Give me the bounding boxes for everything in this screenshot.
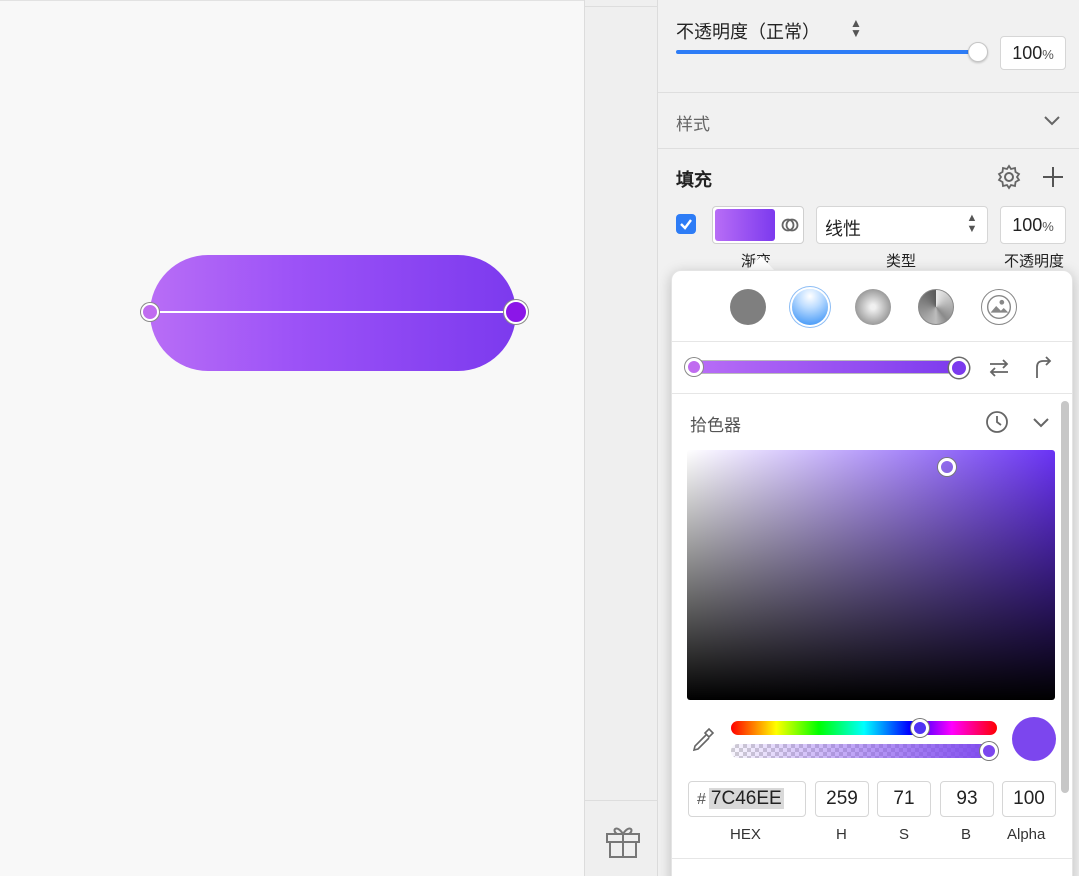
- gradient-capsule-shape[interactable]: [150, 255, 516, 371]
- alpha-slider-thumb[interactable]: [980, 742, 998, 760]
- opacity-caption: 不透明度: [1004, 253, 1065, 270]
- gradient-start-handle[interactable]: [141, 303, 159, 321]
- design-canvas[interactable]: [0, 0, 584, 876]
- opacity-slider[interactable]: [676, 50, 976, 54]
- divider: [585, 6, 659, 7]
- color-picker-popover: 拾色器 #7C46EE 259 71 93 100 HEX H S B Alph…: [671, 270, 1073, 876]
- percent-unit: %: [1042, 219, 1054, 234]
- fill-opacity-field[interactable]: 100%: [1000, 206, 1066, 244]
- alpha-input[interactable]: 100: [1002, 781, 1056, 817]
- gradient-swatch[interactable]: [715, 209, 775, 241]
- alpha-slider[interactable]: [731, 744, 997, 758]
- percent-unit: %: [1042, 47, 1054, 62]
- fill-type-value: 线性: [825, 219, 861, 239]
- divider: [672, 858, 1072, 859]
- eyedropper-icon[interactable]: [690, 726, 716, 754]
- hue-caption: H: [836, 826, 847, 843]
- clock-history-icon[interactable]: [984, 409, 1010, 435]
- gear-icon[interactable]: [996, 164, 1022, 190]
- plus-icon[interactable]: [1040, 164, 1066, 190]
- side-toolbar: [584, 0, 659, 876]
- color-field-cursor[interactable]: [938, 458, 956, 476]
- divider: [672, 393, 1072, 394]
- opacity-field[interactable]: 100%: [1000, 36, 1066, 70]
- image-fill-icon[interactable]: [981, 289, 1017, 325]
- angular-gradient-icon[interactable]: [918, 289, 954, 325]
- hue-slider-thumb[interactable]: [911, 719, 929, 737]
- fill-type-select[interactable]: 线性 ▲ ▼: [816, 206, 988, 244]
- select-stepper-icon: ▲ ▼: [966, 212, 978, 235]
- hash-label: #: [697, 791, 706, 808]
- current-color-preview: [1012, 717, 1056, 761]
- opacity-slider-thumb[interactable]: [968, 42, 988, 62]
- swap-arrows-icon[interactable]: [986, 355, 1012, 381]
- alpha-caption: Alpha: [1007, 826, 1046, 843]
- opacity-value: 100: [1012, 43, 1043, 63]
- fill-section-title: 填充: [676, 170, 712, 190]
- hex-caption: HEX: [730, 826, 761, 843]
- color-picker-title: 拾色器: [690, 416, 741, 435]
- saturation-input[interactable]: 71: [877, 781, 931, 817]
- brightness-input[interactable]: 93: [940, 781, 994, 817]
- hue-input[interactable]: 259: [815, 781, 869, 817]
- fill-color-well[interactable]: [712, 206, 804, 244]
- hue-slider[interactable]: [731, 721, 997, 735]
- color-variable-link-icon[interactable]: [779, 213, 801, 237]
- divider: [658, 92, 1079, 93]
- gradient-stop-start[interactable]: [685, 358, 703, 376]
- divider: [672, 341, 1072, 342]
- saturation-caption: S: [899, 826, 910, 843]
- gradient-end-handle[interactable]: [504, 300, 528, 324]
- blend-mode-stepper-icon[interactable]: ▲ ▼: [848, 17, 864, 42]
- solid-fill-icon[interactable]: [730, 289, 766, 325]
- fill-enabled-checkbox[interactable]: [676, 214, 696, 234]
- divider: [585, 800, 659, 801]
- chevron-down-icon[interactable]: [1042, 110, 1062, 130]
- brightness-caption: B: [961, 826, 972, 843]
- opacity-title: 不透明度（正常）: [676, 22, 820, 42]
- radial-gradient-icon[interactable]: [855, 289, 891, 325]
- type-caption: 类型: [886, 253, 917, 270]
- gradient-stops-track[interactable]: [694, 360, 962, 374]
- popover-arrow: [747, 256, 775, 271]
- fill-opacity-value: 100: [1012, 215, 1043, 235]
- saturation-brightness-field[interactable]: [687, 450, 1055, 700]
- popover-scrollbar[interactable]: [1061, 401, 1069, 793]
- hex-value: 7C46EE: [708, 788, 784, 809]
- linear-gradient-icon[interactable]: [792, 289, 828, 325]
- gift-icon[interactable]: [603, 820, 643, 860]
- rotate-icon[interactable]: [1030, 355, 1056, 381]
- chevron-down-icon[interactable]: [1030, 411, 1052, 433]
- gradient-stop-end[interactable]: [949, 358, 969, 378]
- hex-input[interactable]: #7C46EE: [688, 781, 806, 817]
- divider: [658, 148, 1079, 149]
- style-section-title[interactable]: 样式: [676, 110, 710, 135]
- gradient-direction-line: [150, 311, 516, 313]
